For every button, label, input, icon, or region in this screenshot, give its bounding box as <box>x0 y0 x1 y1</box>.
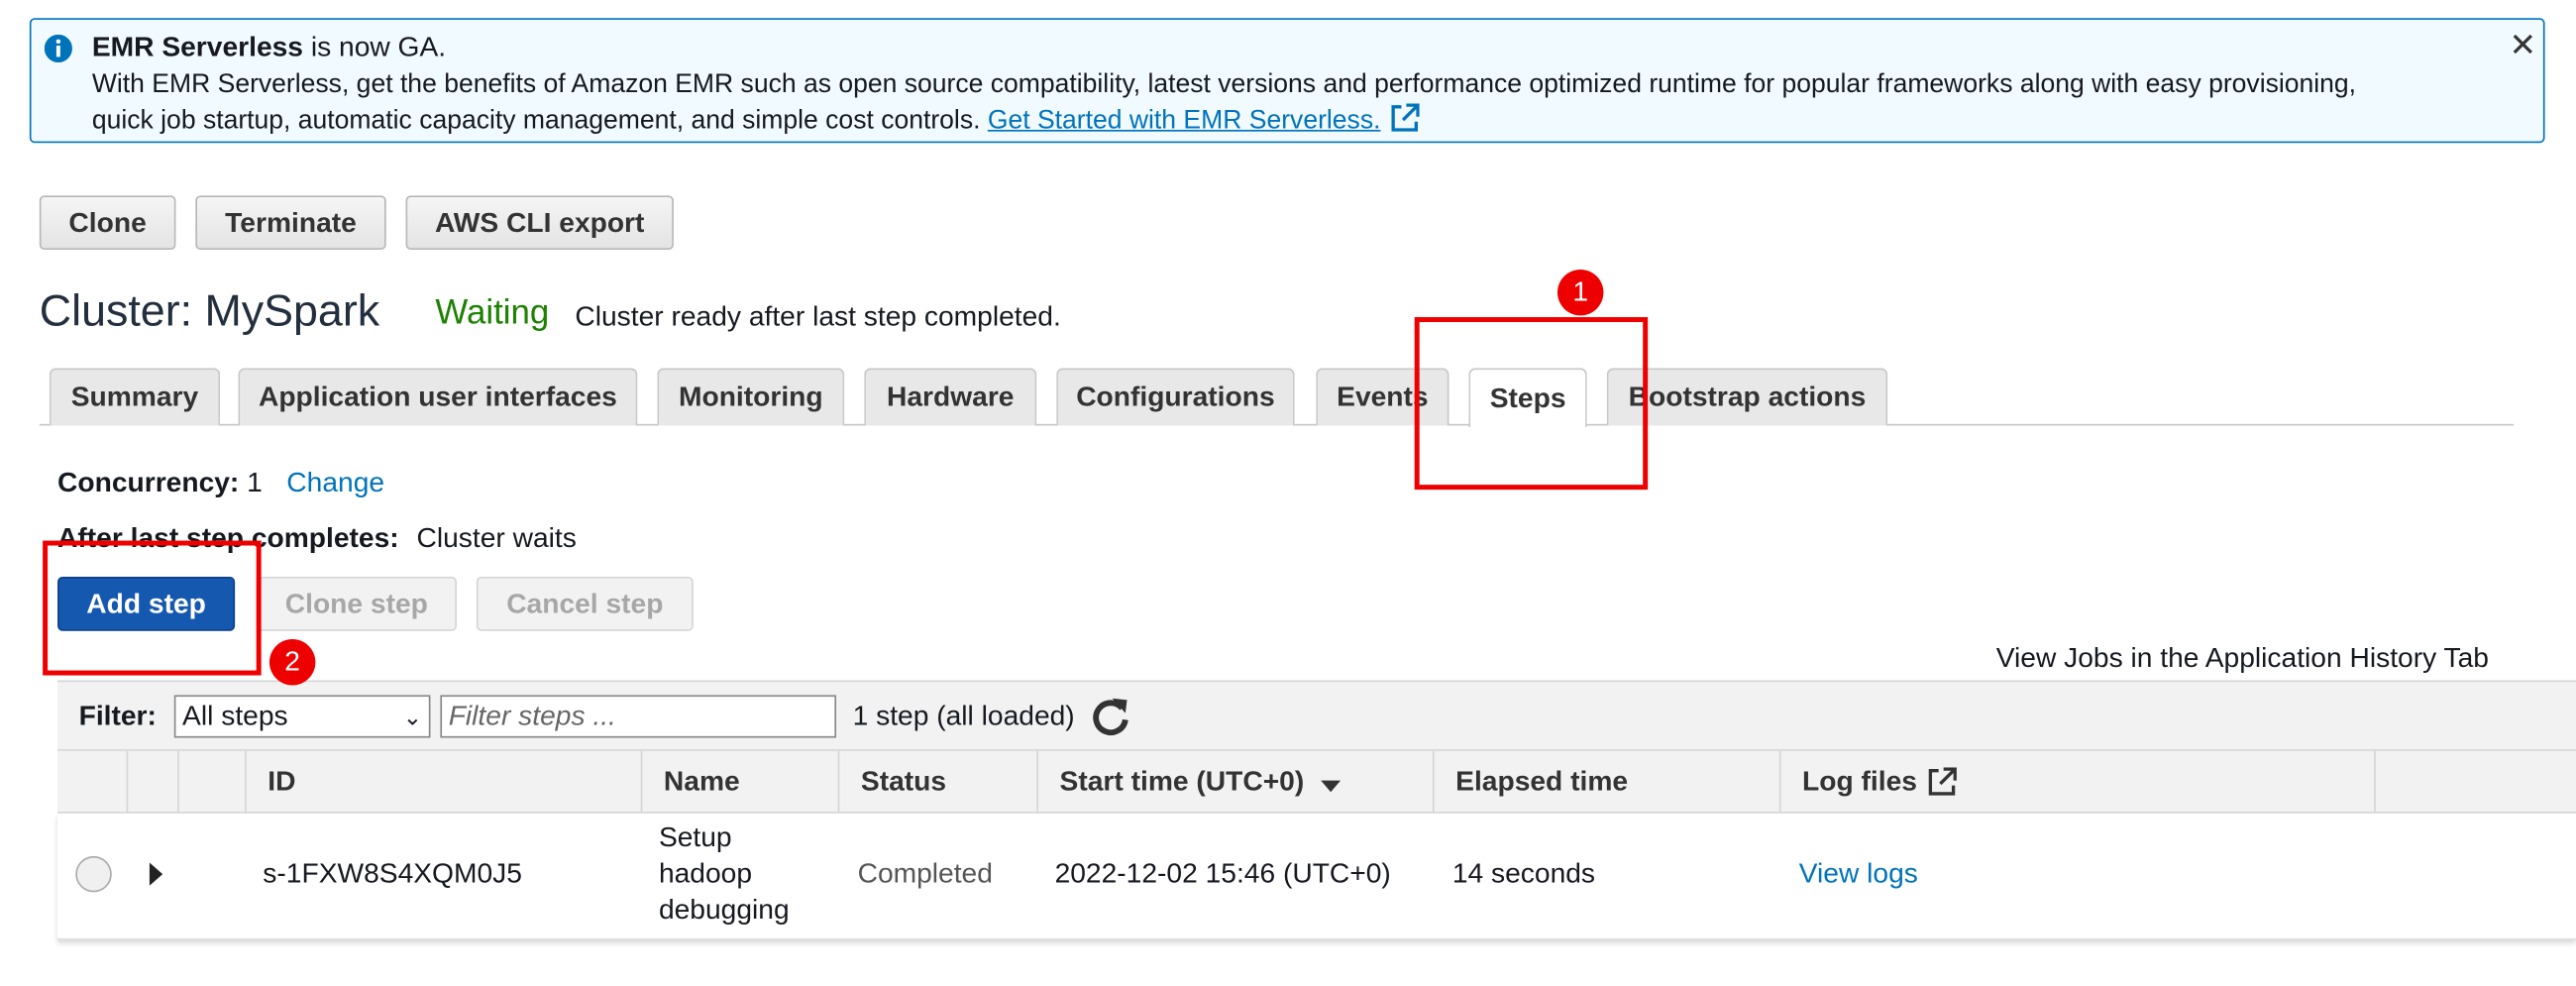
table-row: s-1FXW8S4XQM0J5 Setup hadoop debugging C… <box>57 813 2576 940</box>
concurrency-value: 1 <box>247 466 263 498</box>
steps-count: 1 step (all loaded) <box>852 700 1075 731</box>
external-link-icon <box>1928 766 1957 795</box>
tab-application-user-interfaces[interactable]: Application user interfaces <box>238 368 638 426</box>
concurrency-row: Concurrency: 1 Change <box>57 467 384 499</box>
after-last-step-value: Cluster waits <box>416 522 577 554</box>
steps-table-header: ID Name Status Start time (UTC+0) Elapse… <box>57 750 2576 814</box>
change-concurrency-link[interactable]: Change <box>286 467 384 498</box>
banner-body-text: quick job startup, automatic capacity ma… <box>91 106 988 135</box>
step-status: Completed <box>857 857 993 890</box>
tab-bootstrap-actions[interactable]: Bootstrap actions <box>1606 368 1888 426</box>
step-start-time: 2022-12-02 15:46 (UTC+0) <box>1054 857 1391 890</box>
name-column-header[interactable]: Name <box>640 750 838 813</box>
refresh-icon[interactable] <box>1089 695 1131 737</box>
filter-label: Filter: <box>78 700 157 731</box>
step-filter-selected: All steps <box>182 700 288 731</box>
sort-descending-icon <box>1320 780 1341 793</box>
filter-steps-input[interactable]: Filter steps ... <box>440 695 837 738</box>
filter-bar: Filter: All steps ⌄ Filter steps ... 1 s… <box>57 680 2576 751</box>
select-column-header <box>57 751 127 812</box>
info-banner: EMR Serverless is now GA. With EMR Serve… <box>29 18 2545 144</box>
concurrency-label: Concurrency: <box>57 466 240 498</box>
log-files-header-label: Log files <box>1802 764 1917 797</box>
start-time-header-label: Start time (UTC+0) <box>1059 764 1305 797</box>
banner-body-line-1: With EMR Serverless, get the benefits of… <box>91 70 2357 99</box>
start-time-column-header[interactable]: Start time (UTC+0) <box>1036 750 1433 813</box>
tab-summary[interactable]: Summary <box>49 368 221 426</box>
status-column-header[interactable]: Status <box>837 750 1037 813</box>
clone-step-button: Clone step <box>256 577 457 631</box>
banner-title-suffix: is now GA. <box>302 31 447 63</box>
aws-cli-export-button[interactable]: AWS CLI export <box>405 195 674 251</box>
clone-cluster-button[interactable]: Clone <box>39 195 176 251</box>
annotation-box-add-step <box>43 540 262 676</box>
cluster-title: Cluster: MySpark <box>39 285 380 336</box>
expand-row-icon[interactable] <box>149 862 163 886</box>
chevron-down-icon: ⌄ <box>402 703 423 730</box>
cluster-status-message: Cluster ready after last step completed. <box>575 300 1061 332</box>
step-id: s-1FXW8S4XQM0J5 <box>263 857 522 890</box>
emr-console-page: EMR Serverless is now GA. With EMR Serve… <box>0 0 2576 986</box>
tab-hardware[interactable]: Hardware <box>864 368 1037 426</box>
log-files-column-header: Log files <box>1778 750 2374 813</box>
close-icon[interactable]: ✕ <box>2509 25 2536 65</box>
banner-headline: EMR Serverless is now GA. <box>92 32 446 64</box>
annotation-badge-2: 2 <box>268 639 316 686</box>
extra-column-header <box>2374 750 2576 813</box>
elapsed-time-column-header[interactable]: Elapsed time <box>1432 750 1779 813</box>
application-history-text: View Jobs in the Application History Tab <box>1995 642 2489 674</box>
expand-column-header <box>126 750 177 813</box>
cluster-status: Waiting <box>435 293 550 332</box>
step-elapsed-time: 14 seconds <box>1451 857 1596 890</box>
external-link-icon <box>1392 103 1421 132</box>
banner-body-line-2: quick job startup, automatic capacity ma… <box>91 103 1421 136</box>
step-name: Setup hadoop debugging <box>658 822 790 926</box>
tab-monitoring[interactable]: Monitoring <box>657 368 845 426</box>
banner-title: EMR Serverless <box>91 31 303 63</box>
step-select-radio[interactable] <box>75 855 112 893</box>
spacer-column-header <box>177 750 245 813</box>
cancel-step-button: Cancel step <box>476 577 694 631</box>
terminate-button[interactable]: Terminate <box>195 195 386 251</box>
annotation-badge-1: 1 <box>1556 269 1604 316</box>
info-icon <box>44 34 72 63</box>
tab-configurations[interactable]: Configurations <box>1056 368 1295 426</box>
id-column-header[interactable]: ID <box>245 750 641 813</box>
step-filter-dropdown[interactable]: All steps ⌄ <box>173 695 431 738</box>
tab-steps[interactable]: Steps <box>1468 368 1587 428</box>
get-started-serverless-link[interactable]: Get Started with EMR Serverless. <box>988 107 1381 135</box>
view-logs-link[interactable]: View logs <box>1799 858 1918 891</box>
